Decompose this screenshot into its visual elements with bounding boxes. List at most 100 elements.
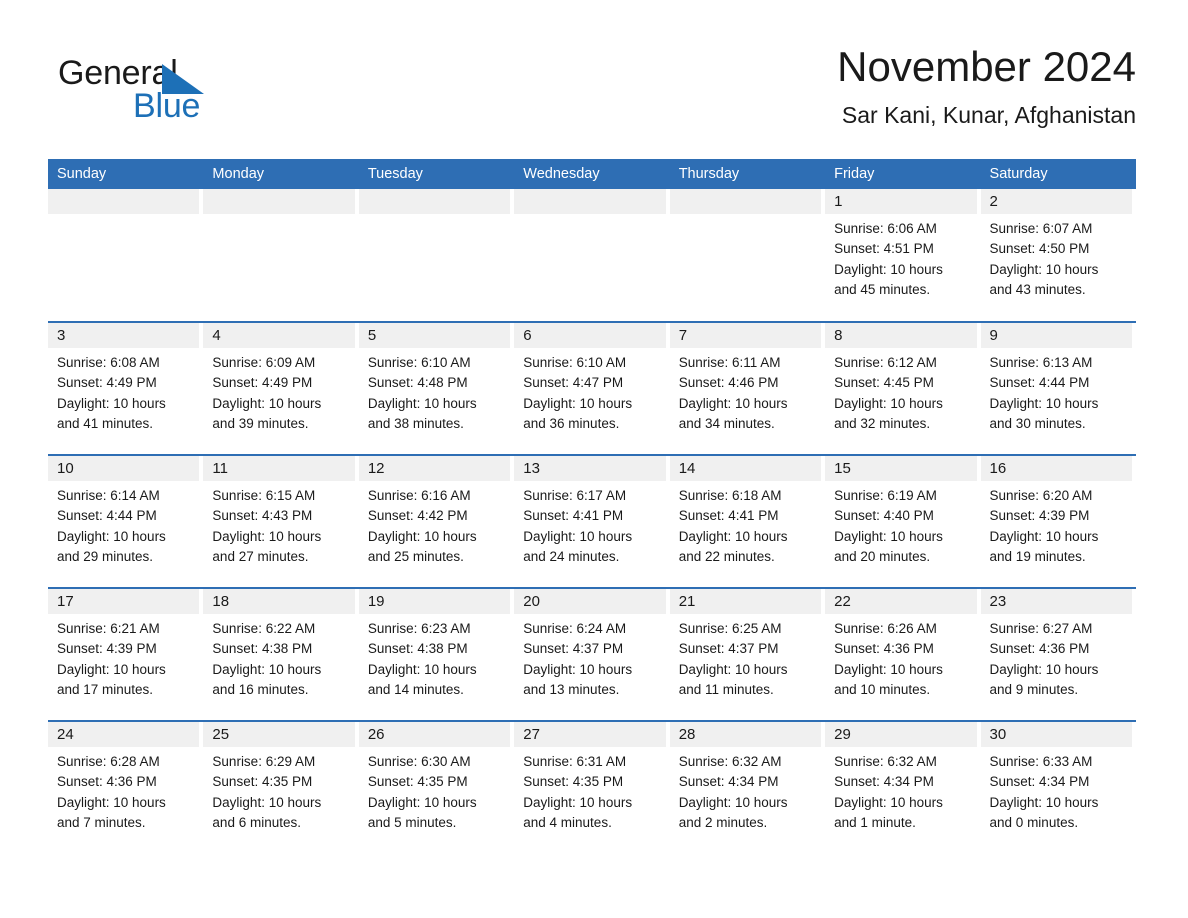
day-cell[interactable]: 15 Sunrise: 6:19 AM Sunset: 4:40 PM Dayl… [825,456,980,587]
day-cell[interactable]: 22 Sunrise: 6:26 AM Sunset: 4:36 PM Dayl… [825,589,980,720]
day-info: Sunrise: 6:22 AM Sunset: 4:38 PM Dayligh… [203,614,354,700]
day-cell[interactable]: 19 Sunrise: 6:23 AM Sunset: 4:38 PM Dayl… [358,589,514,720]
day-info: Sunrise: 6:15 AM Sunset: 4:43 PM Dayligh… [203,481,354,567]
day-cell[interactable]: 12 Sunrise: 6:16 AM Sunset: 4:42 PM Dayl… [358,456,514,587]
day-cell[interactable]: 7 Sunrise: 6:11 AM Sunset: 4:46 PM Dayli… [669,323,825,454]
day-cell[interactable]: 8 Sunrise: 6:12 AM Sunset: 4:45 PM Dayli… [825,323,980,454]
sunset-text: Sunset: 4:49 PM [57,375,157,391]
sunset-text: Sunset: 4:41 PM [523,508,624,524]
daylight-text-line1: Daylight: 10 hours [523,528,633,544]
day-info: Sunrise: 6:14 AM Sunset: 4:44 PM Dayligh… [48,481,199,567]
daylight-text-line2: and 29 minutes. [57,548,154,564]
day-cell[interactable]: 16 Sunrise: 6:20 AM Sunset: 4:39 PM Dayl… [980,456,1136,587]
day-cell[interactable]: 9 Sunrise: 6:13 AM Sunset: 4:44 PM Dayli… [980,323,1136,454]
sunset-text: Sunset: 4:34 PM [678,774,779,790]
daylight-text-line2: and 14 minutes. [367,681,464,697]
day-number: 29 [825,722,977,747]
day-number: 13 [514,456,666,481]
day-cell[interactable]: 30 Sunrise: 6:33 AM Sunset: 4:34 PM Dayl… [980,722,1136,853]
daylight-text-line2: and 34 minutes. [678,415,775,431]
day-cell[interactable]: 20 Sunrise: 6:24 AM Sunset: 4:37 PM Dayl… [514,589,669,720]
daylight-text-line2: and 17 minutes. [57,681,154,697]
day-info: Sunrise: 6:08 AM Sunset: 4:49 PM Dayligh… [48,348,199,434]
daylight-text-line1: Daylight: 10 hours [212,395,322,411]
day-cell[interactable]: 2 Sunrise: 6:07 AM Sunset: 4:50 PM Dayli… [980,189,1136,321]
weekday-sunday: Sunday [57,166,107,182]
sunrise-text: Sunrise: 6:10 AM [367,355,471,370]
daylight-text-line1: Daylight: 10 hours [367,661,477,677]
sunset-text: Sunset: 4:41 PM [678,508,779,524]
day-info: Sunrise: 6:20 AM Sunset: 4:39 PM Dayligh… [981,481,1132,567]
day-number [48,189,200,214]
day-cell[interactable]: 23 Sunrise: 6:27 AM Sunset: 4:36 PM Dayl… [980,589,1136,720]
day-cell-empty [514,189,669,321]
day-cell[interactable]: 3 Sunrise: 6:08 AM Sunset: 4:49 PM Dayli… [48,323,203,454]
daylight-text-line1: Daylight: 10 hours [834,261,943,277]
daylight-text-line2: and 25 minutes. [367,548,464,564]
location-subtitle: Sar Kani, Kunar, Afghanistan [841,102,1136,128]
day-number: 1 [825,189,977,214]
day-cell[interactable]: 6 Sunrise: 6:10 AM Sunset: 4:47 PM Dayli… [514,323,669,454]
day-cell[interactable]: 28 Sunrise: 6:32 AM Sunset: 4:34 PM Dayl… [669,722,825,853]
sunrise-text: Sunrise: 6:22 AM [212,621,316,636]
day-cell[interactable]: 18 Sunrise: 6:22 AM Sunset: 4:38 PM Dayl… [203,589,358,720]
daylight-text-line1: Daylight: 10 hours [989,528,1099,544]
weekday-saturday: Saturday [989,166,1048,182]
day-cell[interactable]: 13 Sunrise: 6:17 AM Sunset: 4:41 PM Dayl… [514,456,669,587]
daylight-text-line2: and 36 minutes. [523,415,620,431]
week-row: 24 Sunrise: 6:28 AM Sunset: 4:36 PM Dayl… [48,720,1136,853]
day-cell[interactable]: 27 Sunrise: 6:31 AM Sunset: 4:35 PM Dayl… [514,722,669,853]
daylight-text-line2: and 6 minutes. [212,814,301,830]
day-number: 28 [669,722,822,747]
day-info: Sunrise: 6:12 AM Sunset: 4:45 PM Dayligh… [825,348,976,434]
day-cell[interactable]: 14 Sunrise: 6:18 AM Sunset: 4:41 PM Dayl… [669,456,825,587]
day-cell[interactable]: 29 Sunrise: 6:32 AM Sunset: 4:34 PM Dayl… [825,722,980,853]
day-cell[interactable]: 26 Sunrise: 6:30 AM Sunset: 4:35 PM Dayl… [358,722,514,853]
daylight-text-line1: Daylight: 10 hours [367,794,477,810]
day-cell[interactable]: 21 Sunrise: 6:25 AM Sunset: 4:37 PM Dayl… [669,589,825,720]
day-cell[interactable]: 10 Sunrise: 6:14 AM Sunset: 4:44 PM Dayl… [48,456,203,587]
daylight-text-line2: and 10 minutes. [834,681,931,697]
sunset-text: Sunset: 4:38 PM [367,641,468,657]
day-cell[interactable]: 4 Sunrise: 6:09 AM Sunset: 4:49 PM Dayli… [203,323,358,454]
title-block: November 2024 Sar Kani, Kunar, Afghanist… [837,42,1136,132]
day-cell[interactable]: 25 Sunrise: 6:29 AM Sunset: 4:35 PM Dayl… [203,722,358,853]
day-number: 14 [669,456,822,481]
calendar-grid: Sunday Monday Tuesday Wednesday Thursday… [48,159,1136,853]
day-cell[interactable]: 17 Sunrise: 6:21 AM Sunset: 4:39 PM Dayl… [48,589,203,720]
day-number: 5 [358,323,511,348]
sunset-text: Sunset: 4:51 PM [834,241,934,257]
day-cell[interactable]: 5 Sunrise: 6:10 AM Sunset: 4:48 PM Dayli… [358,323,514,454]
daylight-text-line2: and 0 minutes. [989,814,1079,830]
sunrise-text: Sunrise: 6:07 AM [989,221,1093,236]
masthead: General Blue November 2024 Sar Kani, Kun… [48,42,1136,146]
day-number: 25 [203,722,355,747]
day-number [669,189,822,214]
day-number: 4 [203,323,355,348]
day-number: 2 [980,189,1132,214]
sunset-text: Sunset: 4:35 PM [367,774,468,790]
sunrise-text: Sunrise: 6:31 AM [523,754,627,769]
day-info: Sunrise: 6:33 AM Sunset: 4:34 PM Dayligh… [981,747,1132,833]
daylight-text-line1: Daylight: 10 hours [57,794,166,810]
sunrise-text: Sunrise: 6:11 AM [678,355,781,370]
daylight-text-line2: and 9 minutes. [989,681,1079,697]
day-info: Sunrise: 6:25 AM Sunset: 4:37 PM Dayligh… [670,614,821,700]
day-number: 18 [203,589,355,614]
day-info: Sunrise: 6:10 AM Sunset: 4:48 PM Dayligh… [359,348,510,434]
sunset-text: Sunset: 4:48 PM [367,375,468,391]
day-number: 20 [514,589,666,614]
sunrise-text: Sunrise: 6:24 AM [523,621,627,636]
daylight-text-line1: Daylight: 10 hours [834,528,943,544]
generalblue-logo[interactable]: General Blue [58,54,318,126]
daylight-text-line1: Daylight: 10 hours [989,395,1099,411]
day-cell[interactable]: 11 Sunrise: 6:15 AM Sunset: 4:43 PM Dayl… [203,456,358,587]
daylight-text-line1: Daylight: 10 hours [989,794,1099,810]
sunset-text: Sunset: 4:35 PM [523,774,624,790]
sunrise-text: Sunrise: 6:32 AM [834,754,937,769]
day-cell[interactable]: 24 Sunrise: 6:28 AM Sunset: 4:36 PM Dayl… [48,722,203,853]
day-cell[interactable]: 1 Sunrise: 6:06 AM Sunset: 4:51 PM Dayli… [825,189,980,321]
sunset-text: Sunset: 4:50 PM [989,241,1090,257]
logo-text-blue: Blue [133,87,201,125]
sunset-text: Sunset: 4:44 PM [989,375,1090,391]
